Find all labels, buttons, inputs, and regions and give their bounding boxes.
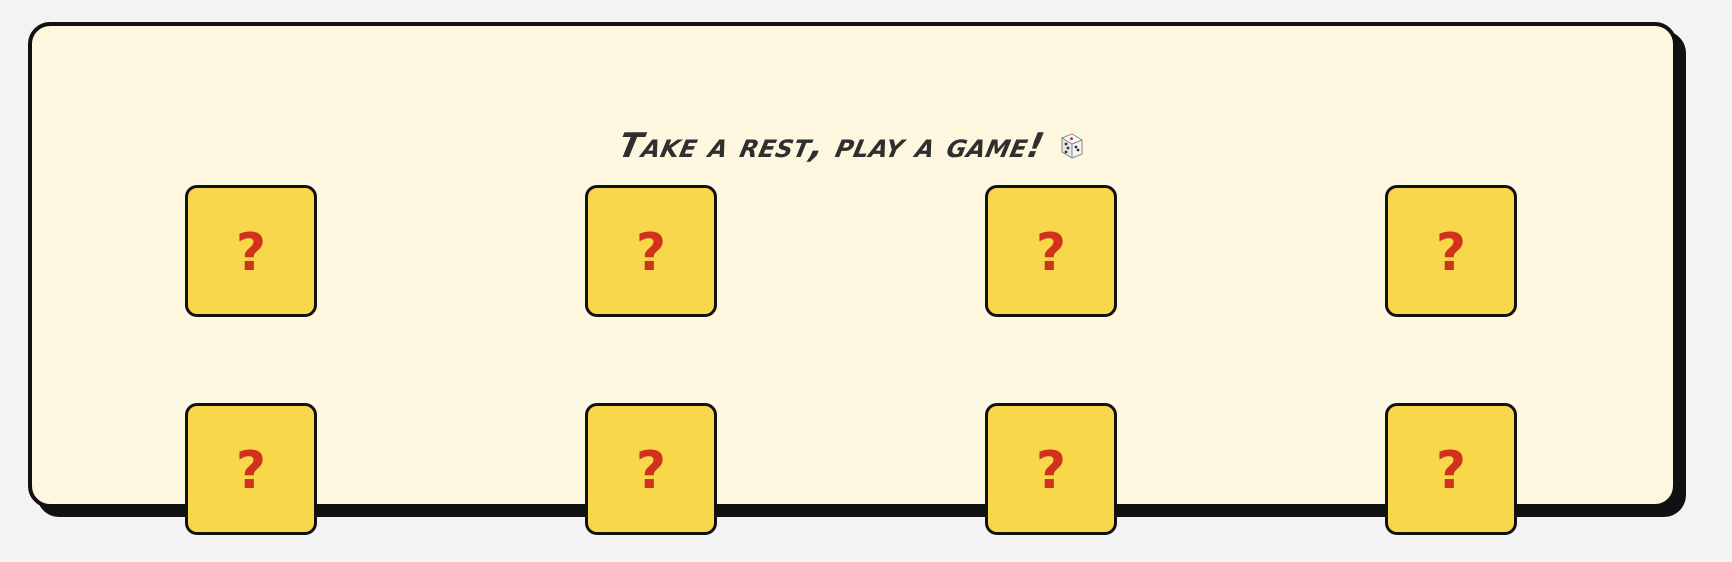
question-mark-icon: ? [1435,223,1467,283]
memory-card[interactable]: ? [585,185,717,317]
memory-card[interactable]: ? [1385,403,1517,535]
dice-icon [1054,130,1086,162]
memory-card[interactable]: ? [585,403,717,535]
memory-card[interactable]: ? [985,403,1117,535]
memory-card[interactable]: ? [185,403,317,535]
question-mark-icon: ? [235,441,267,501]
question-mark-icon: ? [635,223,667,283]
question-mark-icon: ? [635,441,667,501]
question-mark-icon: ? [1435,441,1467,501]
memory-card[interactable]: ? [985,185,1117,317]
question-mark-icon: ? [1035,441,1067,501]
memory-card[interactable]: ? [1385,185,1517,317]
game-title: Take a rest, play a game! [32,106,1673,186]
title-text: Take a rest, play a game! [614,126,1049,166]
question-mark-icon: ? [235,223,267,283]
memory-card[interactable]: ? [185,185,317,317]
question-mark-icon: ? [1035,223,1067,283]
